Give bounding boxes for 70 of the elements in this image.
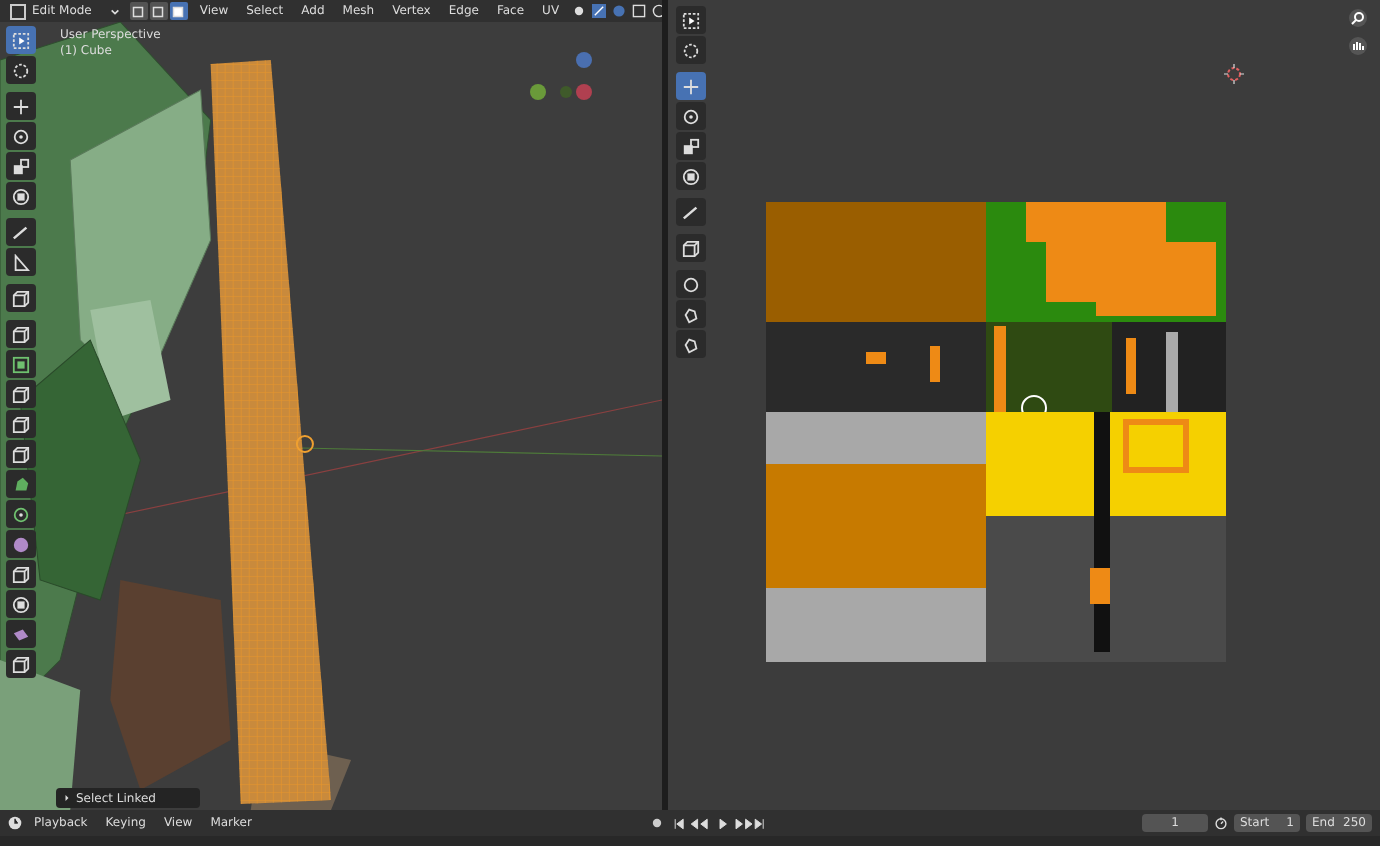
transform-icon xyxy=(12,187,30,205)
select-mode-button[interactable] xyxy=(169,2,188,20)
tool-button[interactable] xyxy=(6,560,36,588)
cube-icon xyxy=(12,289,30,307)
playback-controls-drawing[interactable] xyxy=(669,815,770,831)
ruler-icon xyxy=(12,253,30,271)
tool-button[interactable] xyxy=(6,122,36,150)
record-icon[interactable] xyxy=(649,816,664,830)
xray-icon[interactable] xyxy=(631,4,646,18)
cross-arrows-icon xyxy=(682,77,700,95)
tool-button[interactable] xyxy=(6,182,36,210)
scale-icon xyxy=(12,157,30,175)
select-box-icon xyxy=(682,11,700,29)
tool-button[interactable] xyxy=(676,132,706,160)
caret-icon xyxy=(109,7,120,15)
spin-icon xyxy=(12,505,30,523)
tool-button[interactable] xyxy=(676,300,706,328)
face-mode-icon xyxy=(172,5,185,17)
stopwatch-icon[interactable] xyxy=(1214,816,1228,830)
blob-icon xyxy=(12,475,30,493)
edge-mode-icon xyxy=(152,5,165,17)
tool-button[interactable] xyxy=(676,198,706,226)
tool-button[interactable] xyxy=(6,650,36,678)
circle-icon xyxy=(682,275,700,293)
sphere-icon xyxy=(12,535,30,553)
dashed-circle-icon xyxy=(682,41,700,59)
select-mode-button[interactable] xyxy=(149,2,168,20)
tool-button[interactable] xyxy=(6,284,36,312)
rotate-icon xyxy=(12,127,30,145)
tool-button[interactable] xyxy=(6,350,36,378)
inset-icon xyxy=(12,355,30,373)
select-box-icon xyxy=(12,31,30,49)
dashed-circle-icon xyxy=(12,61,30,79)
vertex-mode-icon xyxy=(132,5,145,17)
cursor-icon xyxy=(1224,64,1244,84)
tool-button[interactable] xyxy=(6,530,36,558)
scale-icon xyxy=(682,137,700,155)
tool-button[interactable] xyxy=(6,470,36,498)
tool-button[interactable] xyxy=(6,56,36,84)
select-mode-button[interactable] xyxy=(129,2,148,20)
tool-button[interactable] xyxy=(676,270,706,298)
pencil-icon xyxy=(682,203,700,221)
pencil-icon xyxy=(12,223,30,241)
tool-button[interactable] xyxy=(6,248,36,276)
zoom-icon[interactable] xyxy=(1348,8,1368,28)
clock-icon[interactable] xyxy=(8,816,22,830)
overlay-icon[interactable] xyxy=(611,4,626,18)
shear-icon xyxy=(12,625,30,643)
tool-button[interactable] xyxy=(6,92,36,120)
tool-button[interactable] xyxy=(676,162,706,190)
pivot-icon[interactable] xyxy=(571,4,586,18)
tool-button[interactable] xyxy=(6,152,36,180)
tool-button[interactable] xyxy=(6,620,36,648)
tool-button[interactable] xyxy=(6,440,36,468)
tool-button[interactable] xyxy=(676,330,706,358)
tool-button[interactable] xyxy=(6,500,36,528)
tool-button[interactable] xyxy=(6,380,36,408)
disclosure-triangle-icon xyxy=(64,794,70,802)
tool-button[interactable] xyxy=(676,36,706,64)
tool-button[interactable] xyxy=(676,102,706,130)
tool-button[interactable] xyxy=(6,590,36,618)
cross-arrows-icon xyxy=(12,97,30,115)
tool-button[interactable] xyxy=(6,320,36,348)
tool-button[interactable] xyxy=(676,234,706,262)
transform-icon xyxy=(682,167,700,185)
tool-button[interactable] xyxy=(6,218,36,246)
tool-button[interactable] xyxy=(6,410,36,438)
snap-icon[interactable] xyxy=(591,4,606,18)
rotate-icon xyxy=(682,107,700,125)
tool-button[interactable] xyxy=(676,6,706,34)
